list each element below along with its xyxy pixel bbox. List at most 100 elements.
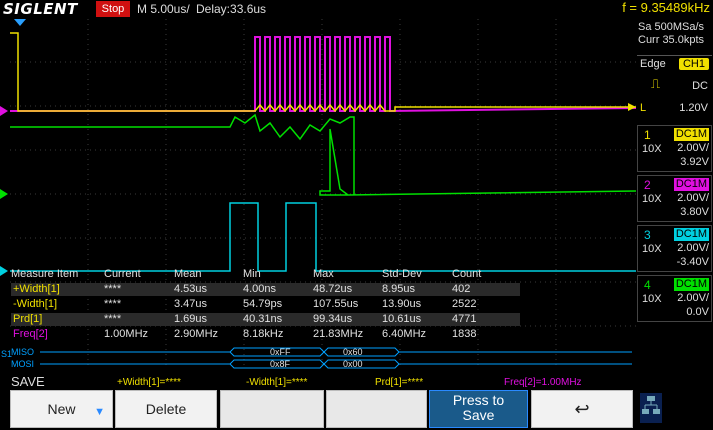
table-row: -Width[1] **** 3.47us 54.79ps 107.55us 1…	[11, 298, 520, 311]
measure-max: 99.34us	[313, 313, 353, 325]
press-to-save-button[interactable]: Press to Save	[429, 390, 528, 428]
measure-current: ****	[104, 313, 122, 325]
delete-button-label: Delete	[145, 401, 187, 417]
col-header: Measure Item	[11, 268, 79, 280]
channel-number: 4	[644, 278, 651, 292]
measure-std: 6.40MHz	[382, 328, 427, 340]
vertical-scale: 2.00V/	[677, 292, 709, 304]
measure-min: 4.00ns	[243, 283, 277, 295]
measurement-summary-bar: +Width[1]=**** -Width[1]=**** Prd[1]=***…	[0, 372, 713, 390]
acquisition-info: Sa 500MSa/s Curr 35.0kpts	[636, 19, 713, 59]
menu-title: SAVE	[11, 374, 45, 389]
timebase-readout[interactable]: M 5.00us/	[137, 2, 190, 16]
probe-factor: 10X	[642, 293, 662, 305]
measure-min: 8.18kHz	[243, 328, 284, 340]
measure-count: 1838	[452, 328, 477, 340]
measure-count: 2522	[452, 298, 477, 310]
miso-byte: 0x60	[343, 347, 363, 357]
channel-4-panel[interactable]: 4 DC1M 10X 2.00V/ 0.0V	[637, 275, 712, 322]
run-stop-indicator[interactable]: Stop	[96, 1, 130, 17]
measure-current: ****	[104, 298, 122, 310]
probe-factor: 10X	[642, 193, 662, 205]
network-icon[interactable]	[640, 393, 662, 423]
channel-1-panel[interactable]: 1 DC1M 10X 2.00V/ 3.92V	[637, 125, 712, 172]
new-button[interactable]: New ▼	[10, 390, 113, 428]
channel-number: 1	[644, 128, 651, 142]
vertical-scale: 2.00V/	[677, 242, 709, 254]
ch3-ground-marker[interactable]	[0, 266, 8, 276]
frequency-counter: f = 9.35489kHz	[622, 0, 710, 15]
measure-mean: 2.90MHz	[174, 328, 219, 340]
col-header: Count	[452, 268, 482, 280]
channel-coupling: DC1M	[673, 178, 709, 191]
new-button-label: New	[47, 401, 76, 417]
measure-item: Prd[1]	[13, 313, 43, 325]
spi-decode-bus: S1 MISO MOSI 0xFF 0x60 0x8F 0x00	[1, 347, 632, 369]
return-button[interactable]: ↩	[531, 390, 633, 428]
measure-std: 13.90us	[382, 298, 422, 310]
mosi-label: MOSI	[11, 359, 34, 369]
table-header-row: Measure Item Current Mean Min Max Std-De…	[11, 268, 520, 281]
measure-item: +Width[1]	[13, 283, 60, 295]
col-header: Max	[313, 268, 334, 280]
vertical-offset: 0.0V	[686, 306, 709, 318]
measure-count: 4771	[452, 313, 477, 325]
probe-factor: 10X	[642, 143, 662, 155]
mosi-byte: 0x8F	[270, 359, 291, 369]
right-info-panel: Sa 500MSa/s Curr 35.0kpts Edge CH1 ⎍ DC …	[636, 19, 713, 372]
measure-min: 40.31ns	[243, 313, 283, 325]
channel-3-panel[interactable]: 3 DC1M 10X 2.00V/ -3.40V	[637, 225, 712, 272]
channel-2-panel[interactable]: 2 DC1M 10X 2.00V/ 3.80V	[637, 175, 712, 222]
save-line-2: Save	[462, 407, 495, 423]
measure-current: 1.00MHz	[104, 328, 149, 340]
vertical-offset: 3.80V	[680, 206, 709, 218]
trigger-panel[interactable]: Edge CH1 ⎍ DC L 1.20V	[637, 55, 712, 133]
channel-coupling: DC1M	[673, 278, 709, 291]
probe-factor: 10X	[642, 243, 662, 255]
table-row: +Width[1] **** 4.53us 4.00ns 48.72us 8.9…	[11, 283, 520, 296]
vertical-offset: -3.40V	[676, 256, 709, 268]
measure-item: -Width[1]	[13, 298, 58, 310]
channel-coupling: DC1M	[673, 128, 709, 141]
trigger-level-label: L	[640, 102, 647, 114]
return-arrow-icon: ↩	[574, 399, 590, 419]
channel-number: 3	[644, 228, 651, 242]
table-row: Prd[1] **** 1.69us 40.31ns 99.34us 10.61…	[11, 313, 520, 326]
vertical-offset: 3.92V	[680, 156, 709, 168]
save-line-1: Press to	[452, 392, 505, 408]
delay-readout[interactable]: Delay:33.6us	[196, 2, 266, 16]
measure-mean: 3.47us	[174, 298, 208, 310]
ch4-ground-marker[interactable]	[0, 189, 8, 199]
col-header: Current	[104, 268, 141, 280]
table-row: Freq[2] 1.00MHz 2.90MHz 8.18kHz 21.83MHz…	[11, 328, 520, 341]
measure-min: 54.79ps	[243, 298, 283, 310]
trigger-source: CH1	[678, 58, 709, 70]
mosi-bus-line	[40, 359, 632, 365]
measure-max: 107.55us	[313, 298, 359, 310]
vertical-scale: 2.00V/	[677, 142, 709, 154]
summary-pos-width: +Width[1]=****	[117, 377, 181, 388]
miso-byte: 0xFF	[270, 347, 291, 357]
channel-number: 2	[644, 178, 651, 192]
empty-softkey[interactable]	[220, 390, 324, 428]
empty-softkey[interactable]	[326, 390, 427, 428]
channel-coupling: DC1M	[673, 228, 709, 241]
measure-std: 10.61us	[382, 313, 422, 325]
miso-label: MISO	[11, 347, 34, 357]
summary-frequency: Freq[2]=1.00MHz	[504, 377, 582, 388]
ch2-ground-marker[interactable]	[0, 106, 8, 116]
brand-logo: SIGLENT	[3, 0, 78, 18]
measure-std: 8.95us	[382, 283, 416, 295]
sample-rate: Sa 500MSa/s	[638, 21, 705, 33]
arrow-down-icon: ▼	[94, 406, 105, 418]
col-header: Min	[243, 268, 261, 280]
col-header: Std-Dev	[382, 268, 422, 280]
measure-current: ****	[104, 283, 122, 295]
delete-button[interactable]: Delete	[115, 390, 217, 428]
vertical-scale: 2.00V/	[677, 192, 709, 204]
trigger-coupling: DC	[692, 80, 708, 92]
measure-mean: 4.53us	[174, 283, 208, 295]
measure-max: 21.83MHz	[313, 328, 364, 340]
measure-max: 48.72us	[313, 283, 353, 295]
measure-mean: 1.69us	[174, 313, 208, 325]
